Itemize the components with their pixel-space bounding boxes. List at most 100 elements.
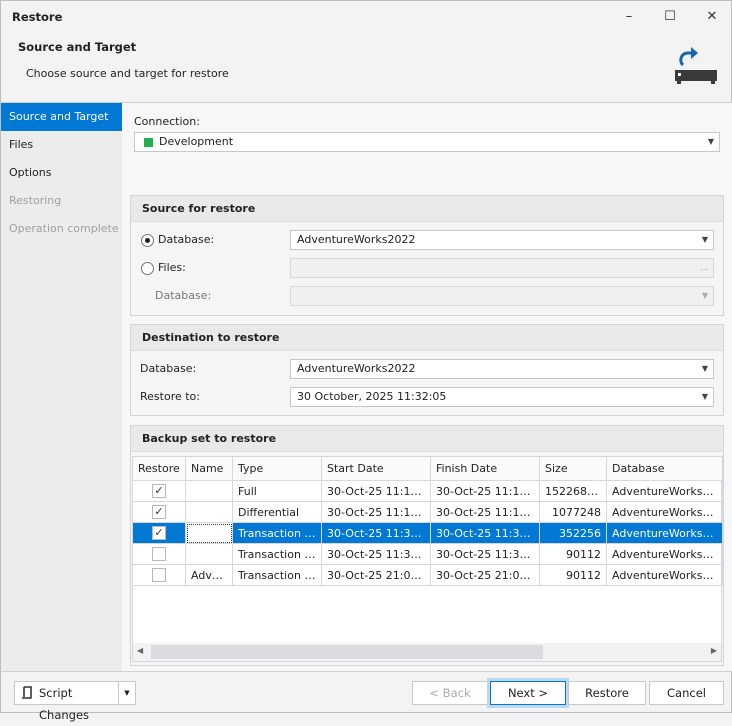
minimize-button[interactable]: –	[614, 5, 644, 29]
table-row[interactable]: ✓ Full 30-Oct-25 11:15:19 30-Oct-25 11:15:2…	[132, 480, 723, 502]
sidebar-item-source-and-target[interactable]: Source and Target	[1, 103, 122, 131]
close-button[interactable]: ✕	[697, 5, 727, 29]
source-database-select[interactable]: AdventureWorks2022 ▼	[290, 230, 714, 250]
size-cell: 90112	[539, 543, 607, 565]
files-input: ...	[290, 258, 714, 278]
scroll-left-icon[interactable]: ◀	[137, 646, 143, 655]
sidebar-item-options[interactable]: Options	[1, 159, 122, 187]
finish-date-cell: 30-Oct-25 11:16:26	[430, 501, 540, 523]
next-button[interactable]: Next >	[490, 681, 566, 705]
size-cell: 1077248	[539, 501, 607, 523]
size-cell: 352256	[539, 522, 607, 544]
database-cell: AdventureWorks2022	[606, 480, 723, 502]
restore-checkbox[interactable]: ✓	[132, 522, 186, 544]
script-changes-button[interactable]: Script Changes	[14, 681, 119, 722]
checkbox[interactable]: ✓	[152, 505, 166, 519]
restore-checkbox[interactable]: ✓	[132, 501, 186, 523]
column-header-type[interactable]: Type	[232, 456, 322, 481]
size-cell: 152268800	[539, 480, 607, 502]
restore-checkbox[interactable]: ✓	[132, 480, 186, 502]
column-header-finish-date[interactable]: Finish Date	[430, 456, 540, 481]
restore-checkbox[interactable]	[132, 564, 186, 586]
checkbox[interactable]	[152, 568, 166, 582]
name-cell	[185, 543, 233, 565]
name-cell	[185, 501, 233, 523]
window-title: Restore	[12, 10, 63, 24]
cancel-button[interactable]: Cancel	[649, 681, 724, 705]
start-date-cell: 30-Oct-25 11:15:19	[321, 480, 431, 502]
table-row[interactable]: Adve... Transaction Log 30-Oct-25 21:02:07…	[132, 564, 723, 586]
checkbox[interactable]: ✓	[152, 484, 166, 498]
column-header-size[interactable]: Size	[539, 456, 607, 481]
restore-server-icon	[675, 47, 717, 84]
name-cell: Adve...	[185, 564, 233, 586]
restore-window: Restore – ☐ ✕ Source and Target Choose s…	[0, 0, 732, 722]
browse-button: ...	[700, 263, 708, 272]
start-date-cell: 30-Oct-25 11:16:26	[321, 501, 431, 523]
connection-status-icon	[144, 138, 153, 147]
checkbox[interactable]: ✓	[152, 526, 166, 540]
restore-to-select[interactable]: 30 October, 2025 11:32:05 ▼	[290, 387, 714, 407]
destination-database-select[interactable]: AdventureWorks2022 ▼	[290, 359, 714, 379]
column-header-database[interactable]: Database	[606, 456, 723, 481]
database-cell: AdventureWorks2022	[606, 501, 723, 523]
table-row[interactable]: ✓ Transaction Log 30-Oct-25 11:32:05 30-Oct…	[132, 522, 723, 544]
restore-button[interactable]: Restore	[568, 681, 646, 705]
script-changes-dropdown[interactable]: ▼	[118, 681, 136, 705]
scroll-right-icon[interactable]: ▶	[711, 646, 717, 655]
destination-database-value: AdventureWorks2022	[297, 362, 416, 375]
sidebar-item-operation-complete: Operation complete	[9, 222, 119, 235]
sub-database-select: ▼	[290, 286, 714, 306]
restore-checkbox[interactable]	[132, 543, 186, 565]
finish-date-cell: 30-Oct-25 11:32:05	[430, 522, 540, 544]
size-cell: 90112	[539, 564, 607, 586]
scrollbar-thumb[interactable]	[151, 645, 543, 659]
sidebar-item-files[interactable]: Files	[1, 131, 122, 159]
name-cell	[185, 480, 233, 502]
type-cell: Transaction Log	[232, 564, 322, 586]
destination-database-label: Database:	[140, 362, 197, 375]
backup-group-title: Backup set to restore	[131, 426, 723, 452]
chevron-down-icon: ▼	[701, 235, 708, 244]
database-radio[interactable]	[141, 234, 154, 247]
start-date-cell: 30-Oct-25 11:32:05	[321, 522, 431, 544]
checkbox[interactable]	[152, 547, 166, 561]
page-subtitle: Choose source and target for restore	[26, 67, 229, 80]
connection-value: Development	[159, 135, 234, 148]
connection-select[interactable]: Development ▼	[134, 132, 720, 152]
footer-divider	[1, 671, 732, 672]
finish-date-cell: 30-Oct-25 11:32:06	[430, 543, 540, 565]
type-cell: Transaction Log	[232, 543, 322, 565]
source-group-title: Source for restore	[131, 196, 723, 222]
files-radio[interactable]	[141, 262, 154, 275]
database-cell: AdventureWorks2022	[606, 522, 723, 544]
maximize-button[interactable]: ☐	[655, 5, 685, 29]
type-cell: Full	[232, 480, 322, 502]
destination-group-title: Destination to restore	[131, 325, 723, 351]
script-icon	[22, 686, 32, 699]
restore-to-value: 30 October, 2025 11:32:05	[297, 390, 447, 403]
horizontal-scrollbar[interactable]: ◀ ▶	[133, 643, 721, 661]
column-header-restore[interactable]: Restore	[132, 456, 186, 481]
column-header-name[interactable]: Name	[185, 456, 233, 481]
chevron-down-icon: ▼	[701, 364, 708, 373]
connection-label: Connection:	[134, 115, 200, 128]
chevron-down-icon: ▼	[701, 291, 708, 300]
sub-database-label: Database:	[155, 289, 212, 302]
table-row[interactable]: ✓ Differential 30-Oct-25 11:16:26 30-Oct-25…	[132, 501, 723, 523]
page-title: Source and Target	[18, 40, 137, 54]
column-header-start-date[interactable]: Start Date	[321, 456, 431, 481]
sidebar-item-restoring: Restoring	[9, 194, 62, 207]
backup-table: Restore Name Type Start Date Finish Date…	[132, 456, 723, 586]
type-cell: Differential	[232, 501, 322, 523]
source-database-value: AdventureWorks2022	[297, 233, 416, 246]
table-row[interactable]: Transaction Log 30-Oct-25 11:32:06 30-Oct-…	[132, 543, 723, 565]
chevron-down-icon: ▼	[701, 392, 708, 401]
database-cell: AdventureWorks2022	[606, 564, 723, 586]
script-changes-label: Script Changes	[39, 686, 90, 722]
type-cell: Transaction Log	[232, 522, 322, 544]
back-button: < Back	[412, 681, 488, 705]
restore-to-label: Restore to:	[140, 390, 200, 403]
finish-date-cell: 30-Oct-25 21:02:07	[430, 564, 540, 586]
start-date-cell: 30-Oct-25 21:02:07	[321, 564, 431, 586]
